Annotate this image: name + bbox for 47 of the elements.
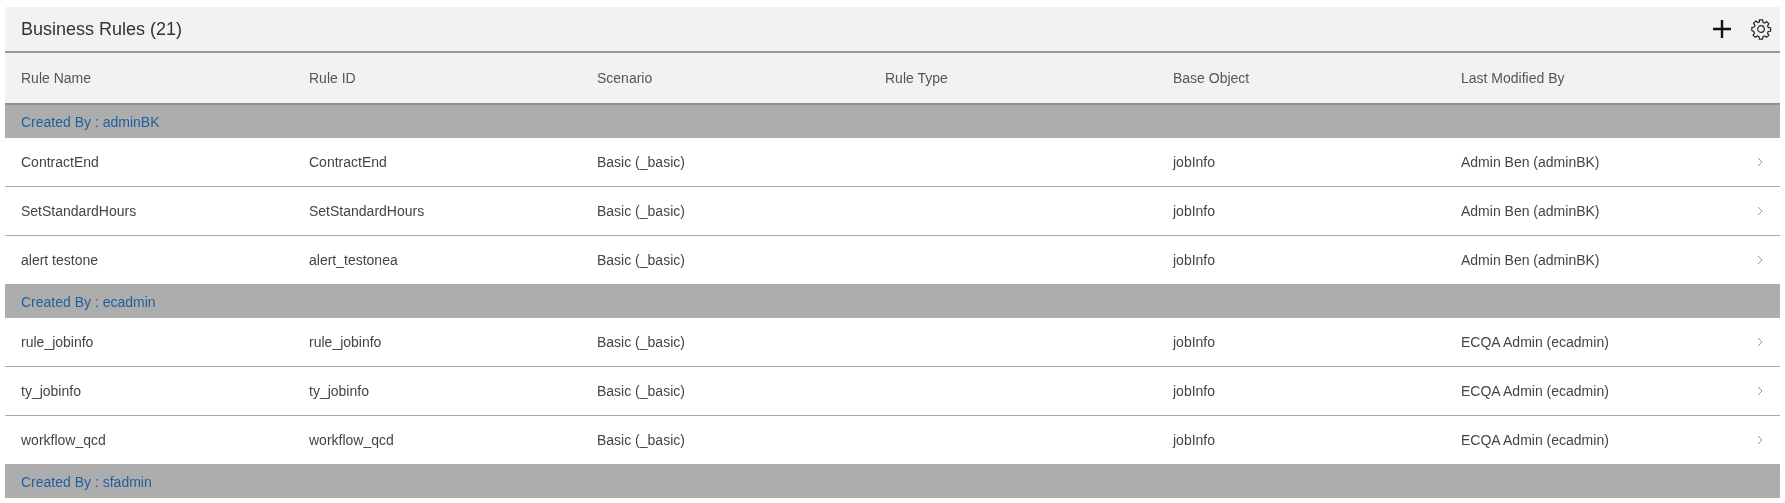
table-row[interactable]: rule_jobinfo rule_jobinfo Basic (_basic) jobInfo ECQA Admin (ecadmin)	[5, 318, 1780, 367]
table-cell: ty_jobinfo	[309, 383, 369, 399]
table-cell: ECQA Admin (ecadmin)	[1461, 334, 1609, 350]
table-row[interactable]: SetStandardHours SetStandardHours Basic (_basic) jobInfo Admin Ben (adminBK)	[5, 187, 1780, 236]
panel-title: Business Rules (21)	[21, 18, 183, 40]
column-header[interactable]: Rule Name	[21, 70, 92, 86]
table-cell: Admin Ben (adminBK)	[1461, 154, 1600, 170]
column-header[interactable]: Rule ID	[309, 70, 356, 86]
table-cell: jobInfo	[1173, 203, 1216, 219]
table-cell: Admin Ben (adminBK)	[1461, 252, 1600, 268]
table-cell: SetStandardHours	[309, 203, 425, 219]
column-header[interactable]: Scenario	[597, 70, 653, 86]
table-cell: Basic (_basic)	[597, 203, 685, 219]
chevron-right-icon	[1757, 157, 1763, 167]
chevron-right-icon	[1757, 206, 1763, 216]
table-cell: ECQA Admin (ecadmin)	[1461, 383, 1609, 399]
table-cell: jobInfo	[1173, 252, 1216, 268]
table-cell: ECQA Admin (ecadmin)	[1461, 432, 1609, 448]
column-header[interactable]: Base Object	[1173, 70, 1250, 86]
table-cell: rule_jobinfo	[309, 334, 382, 350]
table-cell: Basic (_basic)	[597, 154, 685, 170]
table-cell: SetStandardHours	[21, 203, 137, 219]
chevron-right-icon	[1757, 255, 1763, 265]
column-header[interactable]: Rule Type	[885, 70, 948, 86]
table-cell: Basic (_basic)	[597, 252, 685, 268]
table-cell: Admin Ben (adminBK)	[1461, 203, 1600, 219]
table-row[interactable]: ContractEnd ContractEnd Basic (_basic) jobInfo Admin Ben (adminBK)	[5, 138, 1780, 187]
table-cell: Basic (_basic)	[597, 383, 685, 399]
table-cell: alert testone	[21, 252, 99, 268]
chevron-right-icon	[1757, 386, 1763, 396]
column-header[interactable]: Last Modified By	[1461, 70, 1565, 86]
table-cell: jobInfo	[1173, 334, 1216, 350]
table-cell: workflow_qcd	[309, 432, 394, 448]
table-cell: alert_testonea	[309, 252, 398, 268]
chevron-right-icon	[1757, 435, 1763, 445]
table-cell: ContractEnd	[309, 154, 387, 170]
table-cell: jobInfo	[1173, 154, 1216, 170]
table-cell: jobInfo	[1173, 432, 1216, 448]
table-cell: workflow_qcd	[21, 432, 106, 448]
table-cell: ContractEnd	[21, 154, 99, 170]
chevron-right-icon	[1757, 337, 1763, 347]
table-row[interactable]: ty_jobinfo ty_jobinfo Basic (_basic) jobInfo ECQA Admin (ecadmin)	[5, 367, 1780, 416]
table-cell: ty_jobinfo	[21, 383, 81, 399]
table-cell: Basic (_basic)	[597, 334, 685, 350]
table-cell: Basic (_basic)	[597, 432, 685, 448]
table-cell: jobInfo	[1173, 383, 1216, 399]
table-cell: rule_jobinfo	[21, 334, 94, 350]
